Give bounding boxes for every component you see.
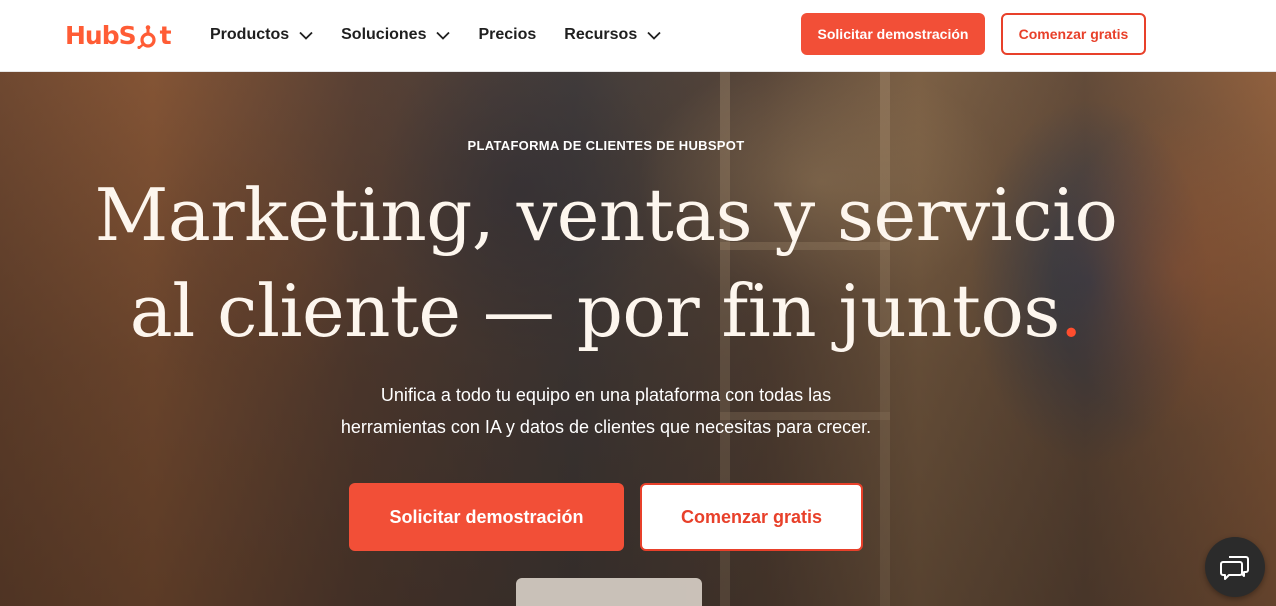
chat-bubbles-icon <box>1220 556 1249 580</box>
nav-item-label: Soluciones <box>341 26 427 43</box>
subtitle-line-2: herramientas con IA y datos de clientes … <box>340 417 872 437</box>
chevron-down-icon <box>647 31 661 40</box>
header-demo-button[interactable]: Solicitar demostración <box>801 13 985 55</box>
chevron-down-icon <box>436 31 451 40</box>
logo-text-hub: HubS <box>65 20 137 50</box>
subtitle-line-1: Unifica a todo tu equipo en una platafor… <box>380 385 832 405</box>
hero-headline: Marketing, ventas y servicio al cliente … <box>0 167 1212 359</box>
nav-item-label: Precios <box>478 26 537 43</box>
chevron-down-icon <box>299 31 313 40</box>
headline-line-1: Marketing, ventas y servicio <box>94 173 1118 257</box>
headline-line-2: al cliente — por fin juntos <box>129 269 1061 353</box>
hero-free-button[interactable]: Comenzar gratis <box>640 483 863 551</box>
logo-text-t: t <box>159 20 172 50</box>
top-navigation-bar: HubS t Productos Soluciones Precios Recu… <box>0 0 1276 72</box>
nav-item-precios[interactable]: Precios <box>478 26 536 44</box>
nav-item-soluciones[interactable]: Soluciones <box>341 26 451 44</box>
headline-accent-dot: . <box>1059 269 1083 353</box>
header-free-button[interactable]: Comenzar gratis <box>1001 13 1146 55</box>
hubspot-sprocket-icon <box>137 25 156 49</box>
hero-demo-button[interactable]: Solicitar demostración <box>349 483 624 551</box>
hero-section: PLATAFORMA DE CLIENTES DE HUBSPOT Market… <box>0 72 1276 606</box>
hero-subtitle: Unifica a todo tu equipo en una platafor… <box>0 379 1212 443</box>
hubspot-logo[interactable]: HubS t <box>65 18 172 52</box>
nav-item-label: Recursos <box>564 26 638 43</box>
nav-item-recursos[interactable]: Recursos <box>564 26 661 44</box>
main-nav: Productos Soluciones Precios Recursos <box>210 22 689 48</box>
nav-item-productos[interactable]: Productos <box>210 26 313 44</box>
chat-launcher-button[interactable] <box>1205 537 1265 597</box>
background-laptop <box>516 578 702 606</box>
nav-item-label: Productos <box>210 26 290 43</box>
hero-eyebrow: PLATAFORMA DE CLIENTES DE HUBSPOT <box>467 138 745 153</box>
